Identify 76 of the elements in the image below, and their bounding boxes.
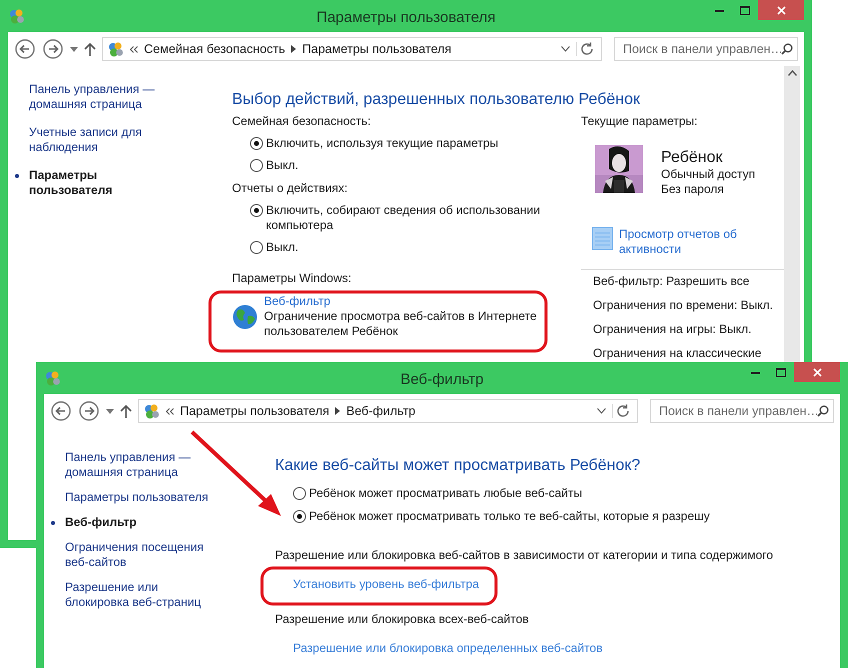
sidebar-link[interactable]: Панель управления — домашняя страница — [13, 82, 179, 112]
dropdown-icon[interactable] — [70, 46, 78, 52]
search-field[interactable]: Поиск в панели управлен… — [614, 37, 798, 61]
minimize-icon — [714, 8, 724, 12]
web-filter-description: Ограничение просмотра веб-сайтов в Интернете пользователем Ребёнок — [264, 309, 538, 339]
forward-button[interactable] — [78, 400, 100, 422]
maximize-icon — [740, 6, 750, 14]
sidebar-link[interactable]: Разрешение или блокировка веб-страниц — [49, 580, 215, 610]
dropdown-icon[interactable] — [106, 408, 114, 414]
close-icon — [776, 6, 786, 14]
close-icon — [812, 368, 822, 376]
chevron-right-icon — [291, 45, 296, 53]
dropdown-icon[interactable] — [561, 46, 570, 52]
settings-link[interactable]: Разрешение или блокировка определенных веб-сайтов — [293, 641, 603, 656]
up-arrow-icon[interactable] — [84, 42, 96, 56]
up-arrow-icon[interactable] — [120, 404, 132, 418]
close-button[interactable] — [758, 0, 804, 20]
search-icon — [817, 405, 829, 417]
window-title: Веб-фильтр — [399, 371, 485, 388]
search-field[interactable]: Поиск в панели управлен… — [650, 399, 834, 423]
sidebar-link[interactable]: Учетные записи для наблюдения — [13, 125, 179, 155]
search-icon — [781, 43, 793, 55]
sidebar-link[interactable]: Параметры пользователя — [13, 168, 179, 198]
breadcrumb-item[interactable]: Параметры пользователя — [180, 404, 330, 418]
section-label: Параметры Windows: — [232, 271, 352, 286]
section-label: Разрешение или блокировка веб-сайтов в зависимости от категории и типа содержимого — [275, 548, 774, 563]
user-detail: Обычный доступ — [661, 167, 756, 182]
group-label: Отчеты о действиях: — [232, 181, 348, 196]
radio-option[interactable]: Выкл. — [250, 240, 298, 255]
back-button[interactable] — [14, 38, 36, 60]
address-bar[interactable]: Параметры пользователя Веб-фильтр — [138, 399, 638, 423]
address-bar[interactable]: Семейная безопасность Параметры пользователя — [102, 37, 602, 61]
close-button[interactable] — [794, 362, 840, 382]
settings-link[interactable]: Установить уровень веб-фильтра — [293, 577, 480, 592]
window-title: Параметры пользователя — [315, 9, 497, 26]
scrollbar[interactable] — [784, 66, 800, 362]
double-chevron-icon — [130, 46, 138, 52]
control-panel-icon — [107, 40, 124, 58]
control-panel-icon — [44, 370, 61, 386]
setting-summary: Веб-фильтр: Разрешить все — [593, 274, 750, 289]
breadcrumb-item[interactable]: Параметры пользователя — [302, 42, 452, 56]
sidebar-link[interactable]: Параметры пользователя — [49, 490, 208, 505]
back-button[interactable] — [50, 400, 72, 422]
radio-option[interactable]: Ребёнок может просматривать только те веб-сайты, которые я разрешу — [293, 509, 710, 524]
activity-report-link[interactable]: Просмотр отчетов об активности — [619, 227, 759, 257]
control-panel-icon — [8, 8, 25, 24]
web-filter-link[interactable]: Веб-фильтр — [264, 294, 554, 309]
control-panel-icon — [143, 402, 160, 420]
sidebar-link[interactable]: Веб-фильтр — [49, 515, 137, 530]
setting-summary: Ограничения по времени: Выкл. — [593, 298, 773, 313]
minimize-icon — [750, 370, 760, 374]
group-label: Семейная безопасность: — [232, 114, 371, 129]
dropdown-icon[interactable] — [597, 408, 606, 414]
double-chevron-icon — [166, 408, 174, 414]
forward-button[interactable] — [42, 38, 64, 60]
section-label: Текущие параметры: — [581, 114, 698, 128]
breadcrumb-item[interactable]: Веб-фильтр — [346, 404, 416, 418]
user-name: Ребёнок — [661, 149, 724, 167]
setting-summary: Ограничения на классические — [593, 346, 762, 361]
radio-option[interactable]: Включить, используя текущие параметры — [250, 136, 498, 151]
maximize-icon — [776, 368, 786, 376]
scroll-up-icon[interactable] — [788, 70, 796, 76]
breadcrumb-item[interactable]: Семейная безопасность — [144, 42, 286, 56]
globe-icon — [232, 304, 258, 330]
chevron-right-icon — [335, 407, 340, 415]
page-heading: Какие веб-сайты может просматривать Ребёнок? — [275, 456, 640, 476]
radio-option[interactable]: Включить, собирают сведения об использовании компьютера — [250, 203, 556, 233]
user-detail: Без пароля — [661, 182, 725, 197]
radio-option[interactable]: Ребёнок может просматривать любые веб-сайты — [293, 486, 582, 501]
sidebar-link[interactable]: Ограничения посещения веб-сайтов — [49, 540, 215, 570]
radio-option[interactable]: Выкл. — [250, 158, 298, 173]
section-label: Разрешение или блокировка всех-веб-сайтов — [275, 612, 529, 627]
sidebar-link[interactable]: Панель управления — домашняя страница — [49, 450, 215, 480]
setting-summary: Ограничения на игры: Выкл. — [593, 322, 752, 337]
page-heading: Выбор действий, разрешенных пользователю Ребёнок — [232, 90, 640, 110]
report-icon — [592, 227, 613, 250]
